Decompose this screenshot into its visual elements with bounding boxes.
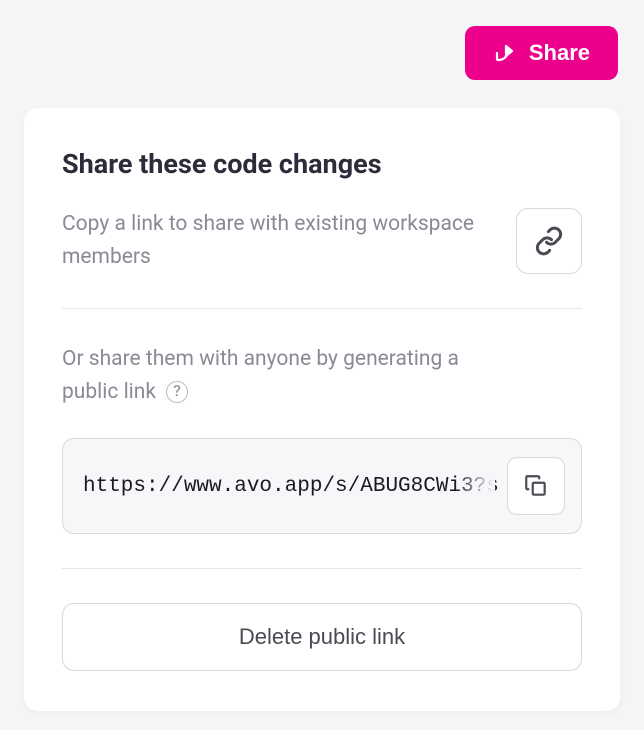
public-link-url[interactable]: https://www.avo.app/s/ABUG8CWi3?s [83,475,495,498]
copy-icon [523,473,549,499]
panel-title: Share these code changes [62,148,582,180]
share-button-label: Share [529,40,590,66]
divider [62,568,582,569]
copy-link-description: Copy a link to share with existing works… [62,208,496,273]
divider [62,308,582,309]
copy-link-row: Copy a link to share with existing works… [62,208,582,274]
copy-link-button[interactable] [516,208,582,274]
public-link-box: https://www.avo.app/s/ABUG8CWi3?s [62,438,582,534]
public-link-section: Or share them with anyone by generating … [62,343,582,534]
share-arrow-icon [493,41,517,65]
help-icon[interactable]: ? [166,381,188,403]
share-button[interactable]: Share [465,26,618,80]
delete-public-link-button[interactable]: Delete public link [62,603,582,671]
public-link-description: Or share them with anyone by generating … [62,343,582,408]
link-icon [534,226,564,256]
share-panel: Share these code changes Copy a link to … [24,108,620,711]
copy-public-link-button[interactable] [507,457,565,515]
